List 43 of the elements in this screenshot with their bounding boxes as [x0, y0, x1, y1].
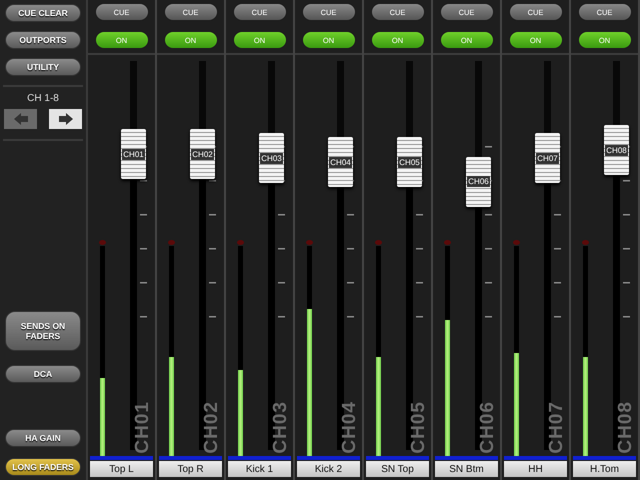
channel-id-label: CH03 [270, 401, 292, 454]
channel-id-label: CH04 [339, 401, 361, 454]
right-arrow-icon [58, 113, 72, 125]
peak-indicator-icon [168, 240, 175, 245]
sidebar-button[interactable]: CUE CLEAR [5, 4, 81, 22]
peak-indicator-icon [306, 240, 313, 245]
channel-name-label[interactable]: HH [504, 461, 567, 477]
fader-knob[interactable]: CH08 [604, 125, 629, 176]
mode-button[interactable]: SENDS ON FADERS [5, 311, 81, 351]
peak-indicator-icon [237, 240, 244, 245]
peak-indicator-icon [99, 240, 106, 245]
peak-indicator-icon [513, 240, 520, 245]
next-bank-button[interactable] [48, 108, 83, 130]
channel-id-label: CH02 [201, 401, 223, 454]
channel-name-label[interactable]: H.Tom [573, 461, 636, 477]
channel-name-label[interactable]: SN Top [366, 461, 429, 477]
channel-name-label[interactable]: Top R [159, 461, 222, 477]
channel-name-label[interactable]: SN Btm [435, 461, 498, 477]
channel-id-label: CH06 [477, 401, 499, 454]
peak-indicator-icon [375, 240, 382, 245]
fader-knob[interactable]: CH06 [466, 156, 491, 207]
channel-name-label[interactable]: Kick 2 [297, 461, 360, 477]
peak-indicator-icon [444, 240, 451, 245]
bank-label: CH 1-8 [27, 93, 59, 104]
fader-knob[interactable]: CH05 [397, 137, 422, 188]
fader-knob[interactable]: CH04 [328, 137, 353, 188]
fader-knob[interactable]: CH07 [535, 133, 560, 184]
peak-indicator-icon [582, 240, 589, 245]
fader-knob[interactable]: CH02 [190, 129, 215, 180]
sidebar-button[interactable]: OUTPORTS [5, 31, 81, 49]
fader-knob[interactable]: CH01 [121, 129, 146, 180]
previous-bank-button[interactable] [3, 108, 38, 130]
channel-name-label[interactable]: Top L [90, 461, 153, 477]
channel-id-label: CH01 [132, 401, 154, 454]
channel-name-label[interactable]: Kick 1 [228, 461, 291, 477]
mode-button[interactable]: DCA [5, 365, 81, 383]
channel-id-label: CH05 [408, 401, 430, 454]
left-arrow-icon [14, 113, 28, 125]
fader-knob[interactable]: CH03 [259, 133, 284, 184]
sidebar-button[interactable]: UTILITY [5, 58, 81, 76]
channel-id-label: CH08 [615, 401, 637, 454]
mode-button[interactable]: HA GAIN [5, 429, 81, 447]
channel-id-label: CH07 [546, 401, 568, 454]
